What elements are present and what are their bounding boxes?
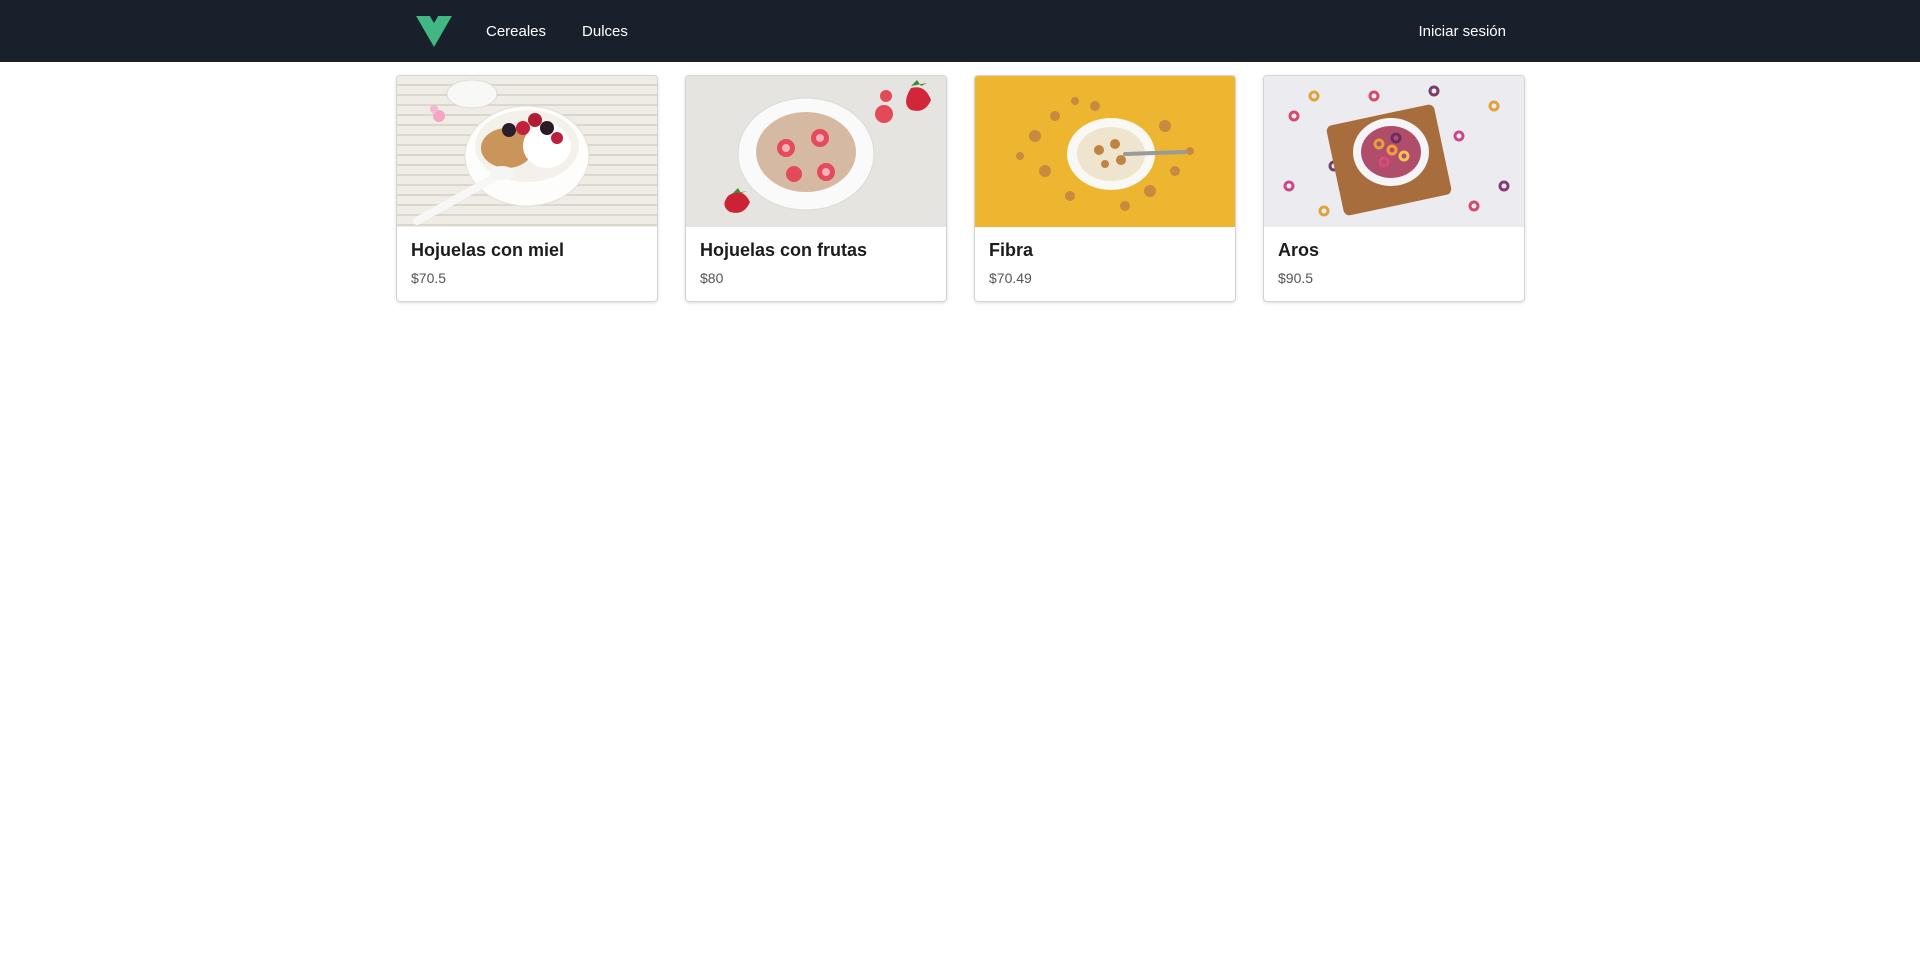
- vue-logo-icon[interactable]: [414, 15, 454, 47]
- product-price: $70.49: [989, 270, 1032, 286]
- top-navbar: Cereales Dulces Iniciar sesión: [0, 0, 1920, 62]
- product-image: [686, 76, 946, 227]
- nav-link-cereales[interactable]: Cereales: [468, 15, 564, 48]
- nav-link-dulces[interactable]: Dulces: [564, 15, 646, 48]
- product-price: $90.5: [1278, 270, 1314, 286]
- navbar-container: Cereales Dulces Iniciar sesión: [396, 0, 1524, 62]
- card-body: Fibra $70.49: [975, 227, 1235, 297]
- card-body: Aros $90.5: [1264, 227, 1524, 297]
- product-image: [975, 76, 1235, 227]
- product-grid: Hojuelas con miel $70.5 Hojuelas con fru…: [396, 75, 1525, 302]
- product-name: Hojuelas con miel: [411, 240, 565, 260]
- product-card[interactable]: Fibra $70.49: [974, 75, 1236, 302]
- product-name: Hojuelas con frutas: [700, 240, 868, 260]
- login-link[interactable]: Iniciar sesión: [1400, 15, 1524, 48]
- product-name: Aros: [1278, 240, 1320, 260]
- product-name: Fibra: [989, 240, 1034, 260]
- product-card[interactable]: Aros $90.5: [1263, 75, 1525, 302]
- product-card[interactable]: Hojuelas con miel $70.5: [396, 75, 658, 302]
- card-body: Hojuelas con miel $70.5: [397, 227, 657, 297]
- product-image: [397, 76, 657, 227]
- card-body: Hojuelas con frutas $80: [686, 227, 946, 297]
- product-card[interactable]: Hojuelas con frutas $80: [685, 75, 947, 302]
- product-price: $80: [700, 270, 724, 286]
- product-price: $70.5: [411, 270, 447, 286]
- product-image: [1264, 76, 1524, 227]
